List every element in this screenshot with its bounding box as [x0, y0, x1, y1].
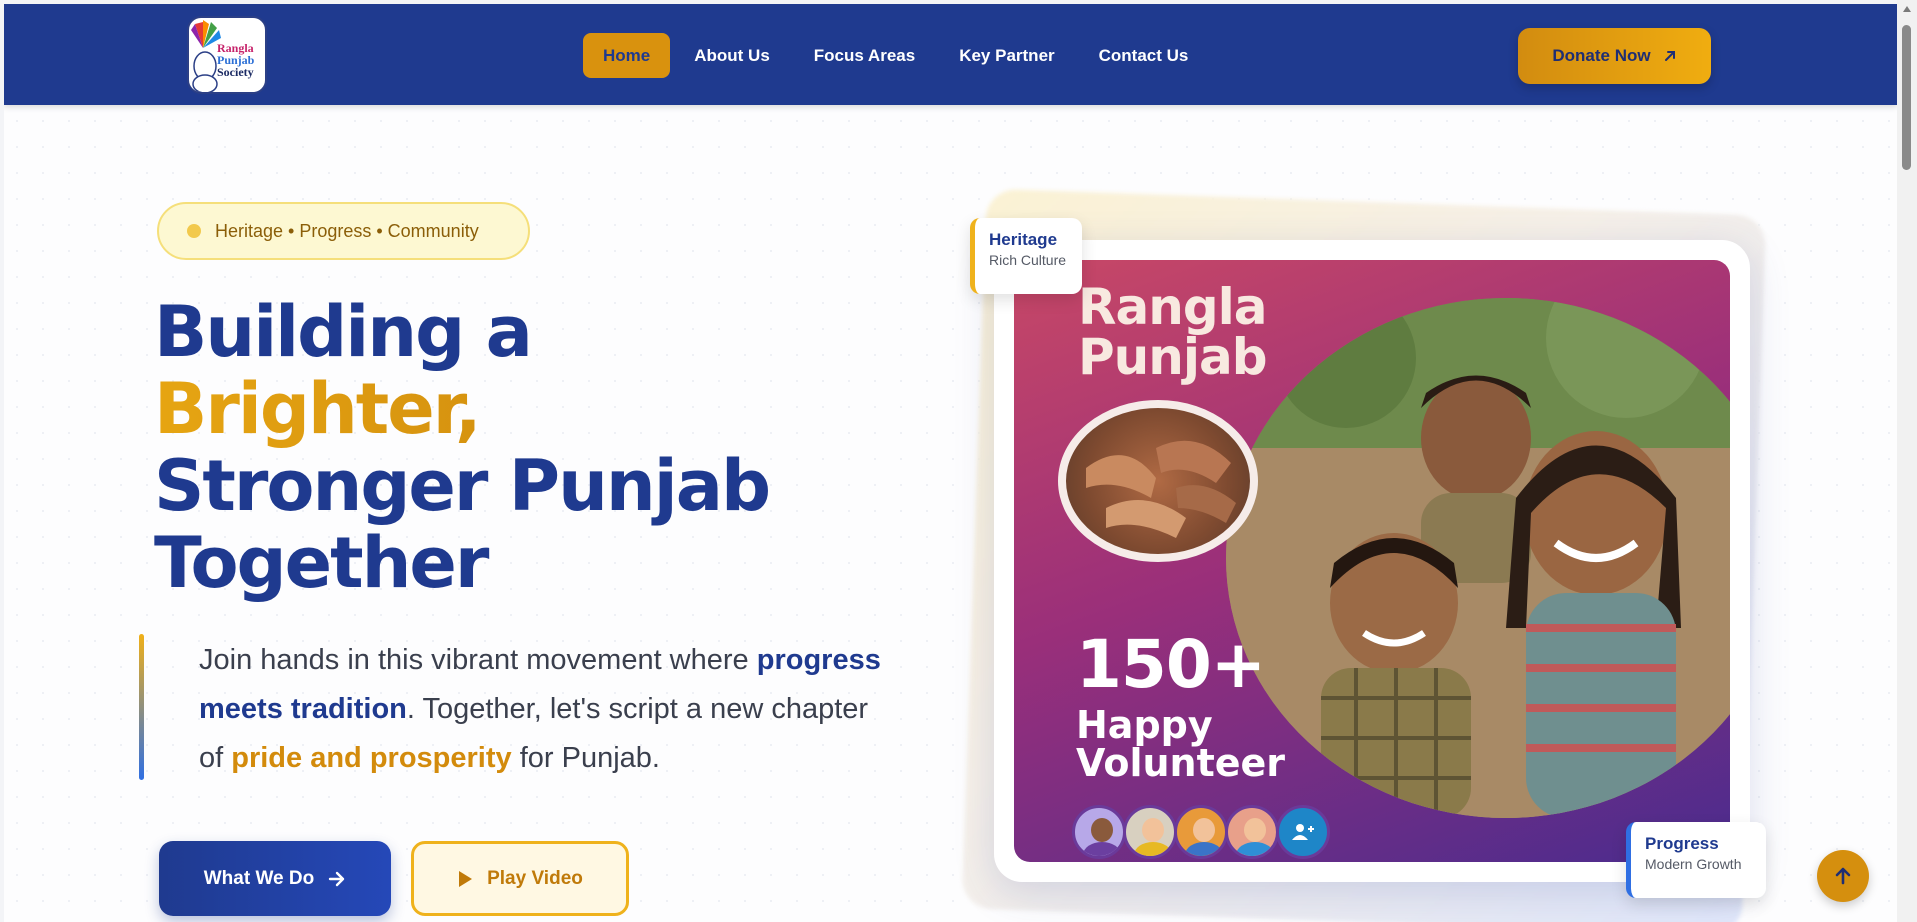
hands-photo: [1058, 400, 1258, 562]
poster-title-line-2: Punjab: [1078, 328, 1268, 386]
badge-progress-title: Progress: [1645, 834, 1719, 853]
volunteer-avatars: [1072, 805, 1330, 859]
arrow-up-icon: [1835, 867, 1851, 885]
quote-accent-bar: [139, 634, 144, 780]
play-icon: [459, 870, 473, 887]
avatar: [1174, 805, 1228, 859]
badge-progress: Progress Modern Growth: [1626, 822, 1766, 898]
main-nav: Home About Us Focus Areas Key Partner Co…: [583, 33, 1212, 78]
avatar: [1225, 805, 1279, 859]
badge-heritage: Heritage Rich Culture: [970, 218, 1082, 294]
badge-heritage-title: Heritage: [989, 230, 1058, 249]
avatar: [1123, 805, 1177, 859]
donate-button[interactable]: Donate Now: [1518, 28, 1711, 84]
scrollbar-thumb[interactable]: [1902, 25, 1911, 170]
nav-key-partner[interactable]: Key Partner: [939, 33, 1074, 78]
avatar: [1072, 805, 1126, 859]
play-video-button[interactable]: Play Video: [411, 841, 629, 916]
tagline-pill: Heritage • Progress • Community: [157, 202, 530, 260]
desc-highlight-2: pride and prosperity: [231, 742, 512, 774]
tagline-text: Heritage • Progress • Community: [215, 220, 479, 241]
page-scrollbar[interactable]: [1897, 0, 1917, 922]
volunteer-label: Happy Volunteer: [1076, 706, 1285, 782]
headline-line-4: Together: [154, 522, 489, 604]
hero-headline: Building a Brighter, Stronger Punjab Tog…: [154, 294, 834, 602]
nav-contact-us[interactable]: Contact Us: [1079, 33, 1209, 78]
what-we-do-button[interactable]: What We Do: [159, 841, 391, 916]
scroll-to-top-button[interactable]: [1817, 850, 1869, 902]
arrow-up-right-icon: [1664, 51, 1675, 61]
poster-title-line-1: Rangla: [1078, 278, 1268, 336]
hands-illustration: [1086, 440, 1236, 538]
play-video-label: Play Video: [487, 867, 583, 889]
volunteer-label-line-2: Volunteer: [1076, 741, 1286, 785]
desc-part-3: for Punjab.: [511, 742, 660, 774]
nav-focus-areas[interactable]: Focus Areas: [794, 33, 935, 78]
add-volunteer-avatar[interactable]: [1276, 805, 1330, 859]
poster-title: Rangla Punjab: [1078, 282, 1378, 382]
nav-about-us[interactable]: About Us: [674, 33, 790, 78]
user-plus-icon: [1292, 824, 1314, 840]
badge-progress-subtitle: Modern Growth: [1645, 856, 1742, 872]
navbar: Rangla Punjab Society Home About Us Focu…: [4, 4, 1897, 105]
volunteer-count: 150+: [1076, 626, 1266, 703]
scrollbar-up-arrow-icon[interactable]: [1903, 6, 1911, 12]
site-logo[interactable]: Rangla Punjab Society: [187, 16, 267, 94]
nav-home[interactable]: Home: [583, 33, 671, 78]
donate-label: Donate Now: [1552, 46, 1651, 65]
hero-poster-image: Rangla Punjab 150+ Happy Volunteer: [1014, 260, 1730, 862]
logo-text-3: Society: [217, 65, 254, 79]
volunteer-label-line-1: Happy: [1076, 703, 1213, 747]
hero-description: Join hands in this vibrant movement wher…: [199, 636, 899, 783]
badge-heritage-subtitle: Rich Culture: [989, 252, 1067, 268]
desc-part-1: Join hands in this vibrant movement wher…: [199, 644, 749, 676]
headline-line-2: Brighter,: [154, 371, 834, 448]
arrow-right-icon: [329, 871, 345, 886]
headline-line-3: Stronger Punjab: [154, 445, 771, 527]
tagline-dot-icon: [187, 224, 201, 238]
headline-line-1: Building a: [154, 291, 533, 373]
page: Rangla Punjab Society Home About Us Focu…: [4, 4, 1897, 922]
what-we-do-label: What We Do: [203, 867, 315, 889]
